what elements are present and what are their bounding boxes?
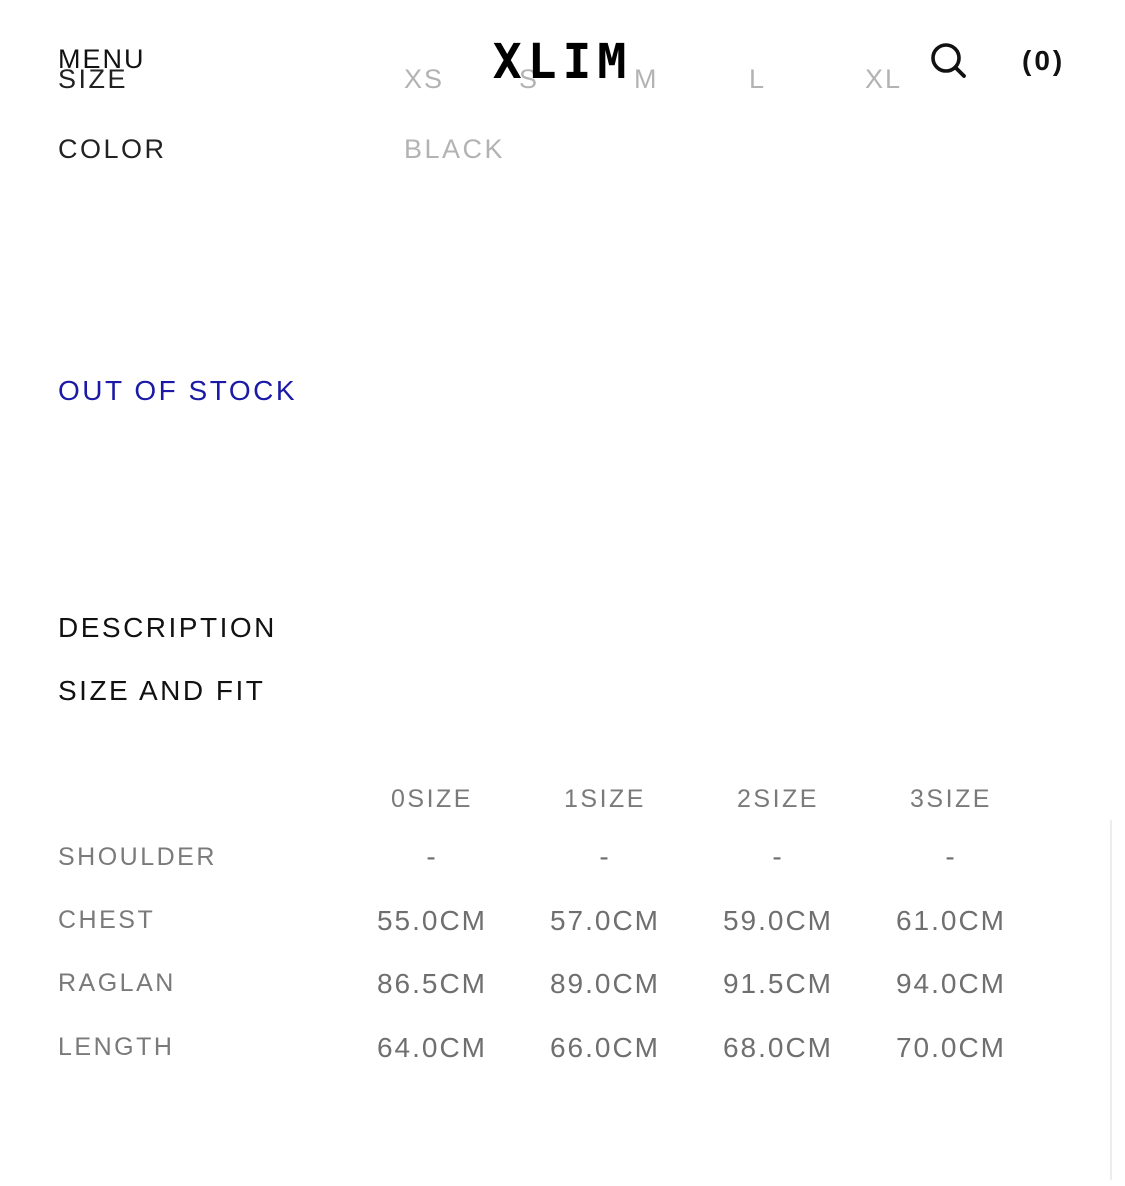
search-icon: [931, 43, 966, 78]
table-cell: 64.0CM: [376, 1032, 488, 1063]
search-button[interactable]: [928, 40, 968, 80]
table-cell: 61.0CM: [895, 905, 1007, 936]
table-cell: -: [945, 841, 957, 872]
table-cell: 57.0CM: [549, 905, 661, 936]
column-header: 3SIZE: [910, 785, 992, 813]
table-cell: -: [599, 841, 611, 872]
description-toggle[interactable]: DESCRIPTION: [58, 611, 277, 645]
color-option-black[interactable]: BLACK: [404, 132, 505, 166]
column-header: 1SIZE: [564, 785, 646, 813]
menu-button[interactable]: MENU: [58, 42, 146, 76]
row-label-shoulder: SHOULDER: [58, 843, 217, 871]
table-cell: 89.0CM: [549, 968, 661, 999]
color-label: COLOR: [58, 134, 167, 164]
stock-status: OUT OF STOCK: [58, 375, 297, 406]
table-cell: 91.5CM: [722, 968, 834, 999]
table-cell: 70.0CM: [895, 1032, 1007, 1063]
size-option-xl[interactable]: XL: [865, 62, 902, 96]
scrollbar-track: [1110, 820, 1112, 1180]
cart-button[interactable]: (0): [1022, 44, 1065, 78]
row-label-chest: CHEST: [58, 906, 156, 934]
column-header: 0SIZE: [391, 785, 473, 813]
table-cell: 94.0CM: [895, 968, 1007, 999]
size-option-l[interactable]: L: [749, 62, 766, 96]
table-cell: 55.0CM: [376, 905, 488, 936]
logo-text[interactable]: XLIM: [493, 34, 633, 90]
row-label-length: LENGTH: [58, 1033, 175, 1061]
column-header: 2SIZE: [737, 785, 819, 813]
size-option-xs[interactable]: XS: [404, 62, 444, 96]
size-and-fit-toggle[interactable]: SIZE AND FIT: [58, 674, 265, 708]
table-cell: 59.0CM: [722, 905, 834, 936]
table-cell: 86.5CM: [376, 968, 488, 999]
row-label-raglan: RAGLAN: [58, 969, 176, 997]
table-cell: 66.0CM: [549, 1032, 661, 1063]
table-cell: -: [426, 841, 438, 872]
size-option-m[interactable]: M: [634, 62, 659, 96]
table-cell: -: [772, 841, 784, 872]
table-cell: 68.0CM: [722, 1032, 834, 1063]
